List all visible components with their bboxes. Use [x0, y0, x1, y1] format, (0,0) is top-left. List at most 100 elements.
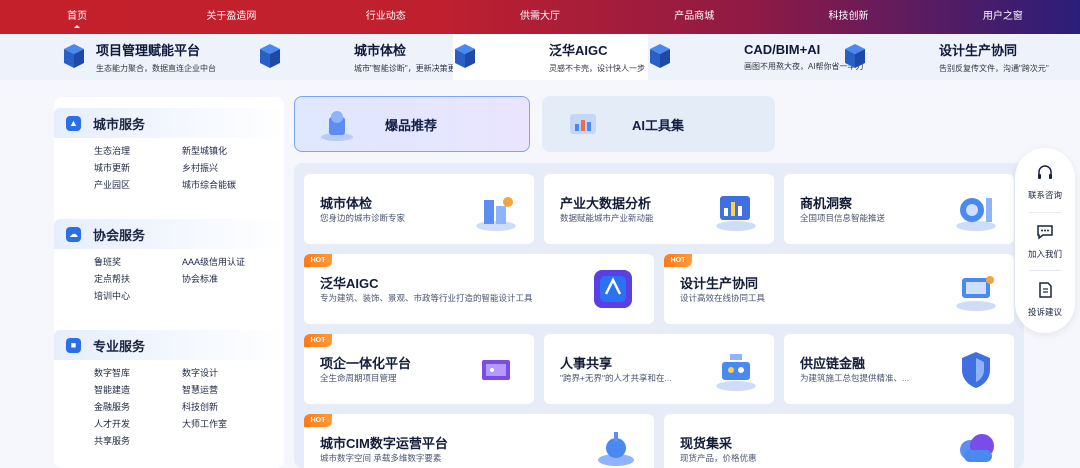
chart-board-icon — [564, 106, 604, 142]
product-subnav: 项目管理赋能平台 生态能力聚合，数据直连企业中台 城市体检 城市"智能诊断"，更… — [0, 34, 1080, 80]
card-supply-finance[interactable]: 供应链金融 为建筑施工总包提供精准、... — [784, 334, 1014, 404]
cloud-icon: ☁ — [66, 226, 81, 242]
service-sidebar: ▲ 城市服务 生态治理 新型城镇化 城市更新 乡村振兴 产业园区 城市综合能碳 … — [54, 97, 284, 468]
card-hr-sharing[interactable]: 人事共享 "跨界+无界"的人才共享和在... — [544, 334, 774, 404]
nav-about[interactable]: 关于盈造网 — [154, 0, 308, 34]
data-screen-icon — [712, 188, 760, 232]
divider — [1029, 212, 1061, 213]
shield-icon — [952, 348, 1000, 392]
float-label: 投诉建议 — [1027, 307, 1062, 317]
target-dish-icon — [952, 188, 1000, 232]
sidebar-link[interactable]: AAA级信用认证 — [182, 255, 245, 268]
join-us-button[interactable]: 加入我们 — [1015, 223, 1075, 260]
card-design-collab[interactable]: HOT 设计生产协同 设计高效在线协同工具 — [664, 254, 1014, 324]
section-association-services: ☁ 协会服务 鲁班奖 AAA级信用认证 定点帮扶 协会标准 培训中心 — [54, 219, 284, 301]
nav-user[interactable]: 用户之窗 — [926, 0, 1080, 34]
section-title: 城市服务 — [93, 116, 146, 132]
card-title: 商机洞察 — [800, 196, 853, 211]
card-desc: 设计高效在线协同工具 — [680, 293, 766, 303]
section-city-services: ▲ 城市服务 生态治理 新型城镇化 城市更新 乡村振兴 产业园区 城市综合能碳 — [54, 108, 284, 190]
tab-hot-products[interactable]: 爆品推荐 — [294, 96, 530, 152]
section-header: ■ 专业服务 — [54, 330, 284, 360]
complaint-button[interactable]: 投诉建议 — [1015, 281, 1075, 318]
card-title: 产业大数据分析 — [560, 196, 652, 211]
card-title: 城市体检 — [320, 196, 373, 211]
card-spot-procurement[interactable]: 现货集采 现货产品，价格优惠 — [664, 414, 1014, 468]
sidebar-link[interactable]: 智能建造 — [94, 383, 130, 396]
sidebar-link[interactable]: 数字智库 — [94, 366, 130, 379]
card-city-check[interactable]: 城市体检 您身边的城市诊断专家 — [304, 174, 534, 244]
card-title: 设计生产协同 — [680, 276, 759, 291]
sidebar-link[interactable]: 大师工作室 — [182, 417, 227, 430]
card-title: 供应链金融 — [800, 356, 866, 371]
card-business-insight[interactable]: 商机洞察 全国项目信息智能推送 — [784, 174, 1014, 244]
subnav-design-collab[interactable]: 设计生产协同 告别反复传文件，沟通"跨次元" — [843, 34, 1049, 80]
sidebar-link[interactable]: 培训中心 — [94, 289, 130, 302]
sidebar-link[interactable]: 城市综合能碳 — [182, 178, 236, 191]
tab-ai-tools[interactable]: AI工具集 — [542, 96, 775, 152]
city-building-icon — [472, 188, 520, 232]
sidebar-link[interactable]: 鲁班奖 — [94, 255, 121, 268]
card-title: 城市CIM数字运营平台 — [320, 436, 448, 451]
section-professional-services: ■ 专业服务 数字智库 数字设计 智能建造 智慧运营 金融服务 科技创新 人才开… — [54, 330, 284, 446]
hot-badge: HOT — [304, 414, 332, 427]
card-desc: 城市数字空间 承载多维数字要素 — [320, 453, 442, 463]
cube-stack-icon — [258, 42, 282, 70]
sidebar-link[interactable]: 新型城镇化 — [182, 144, 227, 157]
trophy-icon — [317, 107, 357, 143]
ai-chip-icon — [588, 262, 638, 316]
section-title: 协会服务 — [93, 227, 146, 243]
card-desc: 您身边的城市诊断专家 — [320, 213, 406, 223]
card-desc: 全国项目信息智能推送 — [800, 213, 886, 223]
card-aigc[interactable]: HOT 泛华AIGC 专为建筑、装饰、景观、市政等行业打造的智能设计工具 — [304, 254, 654, 324]
hot-badge: HOT — [304, 334, 332, 347]
briefcase-icon: ■ — [66, 337, 81, 353]
building-icon: ▲ — [66, 115, 81, 131]
card-city-cim[interactable]: HOT 城市CIM数字运营平台 城市数字空间 承载多维数字要素 — [304, 414, 654, 468]
card-title: 人事共享 — [560, 356, 613, 371]
card-desc: 数据赋能城市产业新动能 — [560, 213, 654, 223]
sidebar-link[interactable]: 乡村振兴 — [182, 161, 218, 174]
sidebar-link[interactable]: 产业园区 — [94, 178, 130, 191]
cube-stack-icon — [843, 42, 867, 70]
sidebar-link[interactable]: 城市更新 — [94, 161, 130, 174]
subnav-city-check[interactable]: 城市体检 城市"智能诊断"，更新决策更科学 — [258, 34, 472, 80]
nav-supply-demand[interactable]: 供需大厅 — [463, 0, 617, 34]
subnav-project-mgmt[interactable]: 项目管理赋能平台 生态能力聚合，数据直连企业中台 — [0, 34, 258, 80]
sidebar-link[interactable]: 金融服务 — [94, 400, 130, 413]
card-desc: "跨界+无界"的人才共享和在... — [560, 373, 672, 383]
platform-screen-icon — [472, 348, 520, 392]
tab-label: AI工具集 — [632, 117, 685, 133]
section-header: ▲ 城市服务 — [54, 108, 284, 138]
sidebar-link[interactable]: 科技创新 — [182, 400, 218, 413]
sidebar-link[interactable]: 定点帮扶 — [94, 272, 130, 285]
subnav-aigc[interactable]: 泛华AIGC 灵感不卡壳，设计快人一步 — [453, 34, 648, 80]
sidebar-link[interactable]: 人才开发 — [94, 417, 130, 430]
float-label: 联系咨询 — [1027, 190, 1062, 200]
subnav-cad-bim[interactable]: CAD/BIM+AI 画图不用熬大夜，AI帮你省一半力 — [648, 34, 864, 80]
subnav-title: 泛华AIGC — [549, 43, 608, 58]
nav-news[interactable]: 行业动态 — [309, 0, 463, 34]
nav-tech[interactable]: 科技创新 — [771, 0, 925, 34]
subnav-desc: 告别反复传文件，沟通"跨次元" — [939, 64, 1049, 73]
float-label: 加入我们 — [1027, 249, 1062, 259]
sidebar-link[interactable]: 数字设计 — [182, 366, 218, 379]
sidebar-link[interactable]: 协会标准 — [182, 272, 218, 285]
card-desc: 为建筑施工总包提供精准、... — [800, 373, 910, 383]
document-icon — [1036, 281, 1054, 299]
sidebar-link[interactable]: 智慧运营 — [182, 383, 218, 396]
card-project-enterprise[interactable]: HOT 项企一体化平台 全生命周期项目管理 — [304, 334, 534, 404]
sidebar-link[interactable]: 生态治理 — [94, 144, 130, 157]
cube-stack-icon — [648, 42, 672, 70]
section-title: 专业服务 — [93, 338, 146, 354]
chat-bubble-icon — [1036, 223, 1054, 241]
nav-mall[interactable]: 产品商城 — [617, 0, 771, 34]
sidebar-link[interactable]: 共享服务 — [94, 434, 130, 447]
card-desc: 专为建筑、装饰、景观、市政等行业打造的智能设计工具 — [320, 293, 533, 303]
subnav-desc: 灵感不卡壳，设计快人一步 — [549, 64, 645, 73]
hot-badge: HOT — [664, 254, 692, 267]
card-industry-data[interactable]: 产业大数据分析 数据赋能城市产业新动能 — [544, 174, 774, 244]
contact-consult-button[interactable]: 联系咨询 — [1015, 164, 1075, 201]
nav-home[interactable]: 首页 — [0, 0, 154, 34]
cloud-platform-icon — [592, 426, 640, 468]
